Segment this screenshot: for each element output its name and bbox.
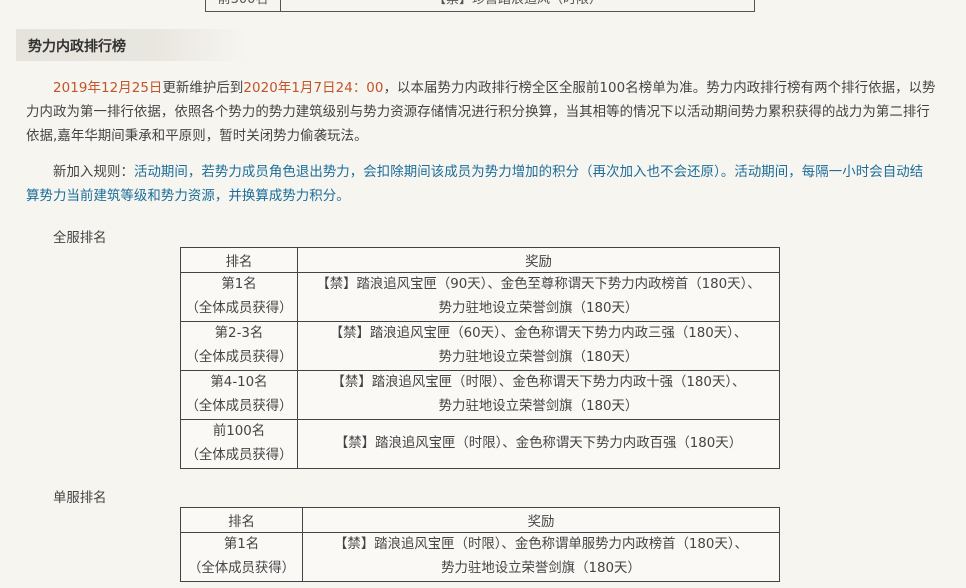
- reward-line-1: 【禁】踏浪追风宝匣（60天）、金色称谓天下势力内政三强（180天）、: [329, 326, 748, 341]
- table-row: 第2-3名 （全体成员获得） 【禁】踏浪追风宝匣（60天）、金色称谓天下势力内政三…: [180, 321, 780, 371]
- reward-cell: 【禁】踏浪追风宝匣（时限）、金色称谓天下势力内政百强（180天）: [297, 419, 780, 469]
- section-header: 势力内政排行榜: [16, 29, 246, 61]
- table-row: 第4-10名 （全体成员获得） 【禁】踏浪追风宝匣（时限）、金色称谓天下势力内政十…: [180, 370, 780, 420]
- reward-cell: 【禁】踏浪追风宝匣（时限）、金色称谓单服势力内政榜首（180天）、 势力驻地设立荣…: [302, 532, 780, 582]
- rank-cell: 第1名 （全体成员获得）: [180, 532, 303, 582]
- rank-cell: 第2-3名 （全体成员获得）: [180, 321, 298, 371]
- reward-line-1: 【禁】踏浪追风宝匣（时限）、金色称谓天下势力内政十强（180天）、: [331, 375, 746, 390]
- new-rule-text: 活动期间，若势力成员角色退出势力，会扣除期间该成员为势力增加的积分（再次加入也不…: [26, 165, 924, 204]
- rank-cell: 第4-10名 （全体成员获得）: [180, 370, 298, 420]
- reward-line-2: 势力驻地设立荣誉剑旗（180天）: [438, 301, 639, 316]
- previous-reward-table: 前300名 【禁】珍兽踏浪追风（时限）: [205, 0, 755, 12]
- reward-line-1: 【禁】踏浪追风宝匣（时限）、金色称谓单服势力内政榜首（180天）、: [334, 537, 748, 552]
- reward-line-1: 【禁】踏浪追风宝匣（时限）、金色称谓天下势力内政百强（180天）: [334, 436, 743, 451]
- rank-cell: 前100名 （全体成员获得）: [180, 419, 298, 469]
- rank-cell: 前300名: [205, 0, 281, 12]
- rank-note: （全体成员获得）: [185, 350, 293, 365]
- reward-line-2: 势力驻地设立荣誉剑旗（180天）: [441, 561, 641, 576]
- rank-note: （全体成员获得）: [185, 301, 293, 316]
- reward-cell: 【禁】珍兽踏浪追风（时限）: [280, 0, 755, 12]
- server-ranking-label: 全服排名: [53, 231, 107, 246]
- header-rank: 排名: [180, 507, 303, 533]
- server-ranking-table: 排名 奖励 第1名 （全体成员获得） 【禁】踏浪追风宝匣（90天）、金色至尊称谓天…: [180, 247, 780, 469]
- intro-paragraph: 2019年12月25日更新维护后到2020年1月7日24：00，以本届势力内政排…: [26, 77, 936, 149]
- header-rank: 排名: [180, 247, 298, 273]
- table-row: 前100名 （全体成员获得） 【禁】踏浪追风宝匣（时限）、金色称谓天下势力内政百强…: [180, 419, 780, 469]
- table-header-row: 排名 奖励: [180, 507, 780, 533]
- reward-line-2: 势力驻地设立荣誉剑旗（180天）: [438, 350, 639, 365]
- start-date: 2019年12月25日: [53, 81, 163, 96]
- new-rule-paragraph: 新加入规则：活动期间，若势力成员角色退出势力，会扣除期间该成员为势力增加的积分（…: [26, 161, 936, 209]
- reward-cell: 【禁】踏浪追风宝匣（90天）、金色至尊称谓天下势力内政榜首（180天）、 势力驻地…: [297, 272, 780, 322]
- table-row: 第1名 （全体成员获得） 【禁】踏浪追风宝匣（时限）、金色称谓单服势力内政榜首（1…: [180, 532, 780, 582]
- reward-cell: 【禁】踏浪追风宝匣（60天）、金色称谓天下势力内政三强（180天）、 势力驻地设立…: [297, 321, 780, 371]
- section-title: 势力内政排行榜: [28, 39, 126, 55]
- rank-note: （全体成员获得）: [187, 561, 296, 576]
- rank-note: （全体成员获得）: [185, 448, 293, 463]
- rank-text: 第2-3名: [214, 326, 264, 341]
- intro-text-1: 更新维护后到: [162, 81, 244, 96]
- rank-text: 第1名: [221, 277, 257, 292]
- table-header-row: 排名 奖励: [180, 247, 780, 273]
- rank-note: （全体成员获得）: [185, 399, 293, 414]
- end-date: 2020年1月7日24：00: [243, 81, 384, 96]
- rank-text: 第1名: [223, 537, 260, 552]
- reward-line-2: 势力驻地设立荣誉剑旗（180天）: [438, 399, 639, 414]
- table-row: 前300名 【禁】珍兽踏浪追风（时限）: [205, 0, 755, 12]
- reward-line-1: 【禁】踏浪追风宝匣（90天）、金色至尊称谓天下势力内政榜首（180天）、: [316, 277, 761, 292]
- header-reward: 奖励: [302, 507, 780, 533]
- reward-cell: 【禁】踏浪追风宝匣（时限）、金色称谓天下势力内政十强（180天）、 势力驻地设立荣…: [297, 370, 780, 420]
- rank-text: 第4-10名: [210, 375, 268, 390]
- new-rule-prefix: 新加入规则：: [53, 165, 134, 180]
- rank-cell: 第1名 （全体成员获得）: [180, 272, 298, 322]
- rank-text: 前100名: [212, 424, 266, 439]
- table-row: 第1名 （全体成员获得） 【禁】踏浪追风宝匣（90天）、金色至尊称谓天下势力内政榜…: [180, 272, 780, 322]
- single-ranking-table: 排名 奖励 第1名 （全体成员获得） 【禁】踏浪追风宝匣（时限）、金色称谓单服势力…: [180, 507, 780, 582]
- single-ranking-label: 单服排名: [53, 491, 107, 506]
- header-reward: 奖励: [297, 247, 780, 273]
